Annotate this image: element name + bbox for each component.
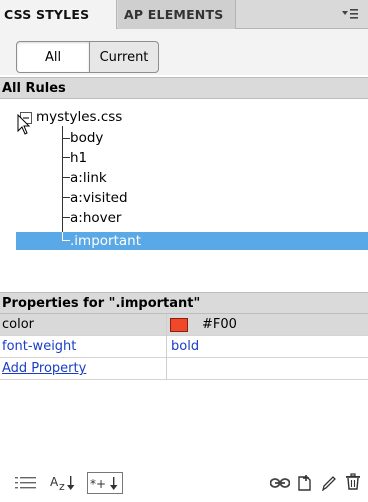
color-swatch[interactable] [170, 318, 188, 332]
panel-menu-icon[interactable] [342, 8, 358, 20]
svg-text:A: A [50, 475, 59, 489]
property-value[interactable]: #F00 [202, 314, 237, 336]
tab-css-styles[interactable]: CSS STYLES [0, 0, 117, 29]
rule-node-body[interactable]: body [70, 129, 103, 147]
property-row-font-weight[interactable]: font-weight bold [0, 336, 368, 358]
stylesheet-file-node[interactable]: mystyles.css [36, 108, 122, 126]
category-view-icon[interactable] [15, 476, 37, 490]
column-divider [166, 314, 167, 336]
property-name: font-weight [2, 339, 77, 354]
rule-node-important[interactable]: .important [70, 232, 141, 250]
panel-tab-bar: CSS STYLES AP ELEMENTS [0, 0, 368, 29]
delete-rule-icon[interactable] [345, 473, 361, 491]
current-mode-button[interactable]: Current [89, 41, 159, 73]
property-row-color[interactable]: color #F00 [0, 314, 368, 336]
rule-node-a-visited[interactable]: a:visited [70, 189, 128, 207]
add-property-row: Add Property [0, 358, 368, 380]
tab-ap-elements[interactable]: AP ELEMENTS [118, 0, 236, 29]
tree-branch [62, 217, 70, 218]
selected-rule-row[interactable] [16, 232, 368, 250]
edit-rule-icon[interactable] [321, 474, 337, 491]
add-property-link[interactable]: Add Property [2, 358, 86, 380]
rules-tree [0, 106, 368, 292]
all-rules-header: All Rules [0, 77, 368, 99]
attach-stylesheet-icon[interactable] [270, 477, 290, 489]
rule-node-a-link[interactable]: a:link [70, 169, 107, 187]
property-value[interactable]: bold [171, 336, 199, 358]
bottom-toolbar: A z *+ [0, 470, 368, 502]
tree-branch [62, 157, 70, 158]
tree-connector [62, 126, 63, 241]
property-name: color [2, 317, 35, 332]
tree-branch [62, 197, 70, 198]
new-rule-icon[interactable] [297, 474, 313, 491]
tree-branch [62, 177, 70, 178]
rule-node-a-hover[interactable]: a:hover [70, 209, 121, 227]
column-divider [166, 358, 167, 380]
tree-branch [62, 138, 70, 139]
properties-header: Properties for ".important" [0, 292, 368, 314]
tree-branch-selected [62, 240, 70, 241]
rule-node-h1[interactable]: h1 [70, 149, 87, 167]
column-divider [166, 336, 167, 358]
all-mode-button[interactable]: All [16, 41, 90, 73]
svg-text:*+: *+ [90, 477, 106, 491]
svg-text:z: z [59, 480, 65, 493]
set-properties-view-icon[interactable]: *+ [87, 472, 123, 494]
mouse-pointer-icon [17, 114, 31, 135]
alphabetical-view-icon[interactable]: A z [50, 473, 84, 493]
